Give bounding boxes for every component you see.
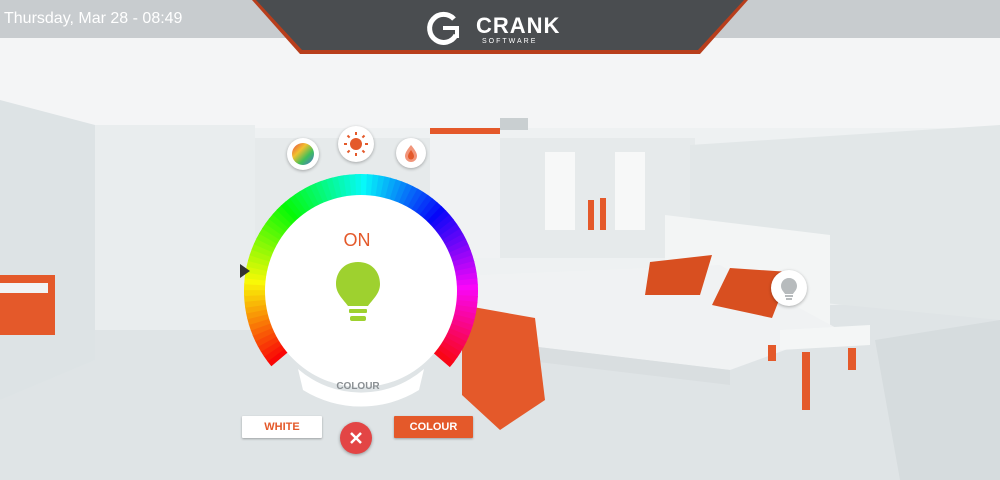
- bedroom-scene: [0, 0, 1000, 480]
- close-button[interactable]: [340, 422, 372, 454]
- crank-logo-icon: [427, 11, 459, 45]
- brightness-icon: [344, 132, 368, 156]
- brightness-mode-button[interactable]: [338, 126, 374, 162]
- temperature-mode-button[interactable]: [396, 138, 426, 168]
- power-status[interactable]: ON: [330, 230, 384, 251]
- temperature-icon: [405, 145, 417, 162]
- white-mode-button[interactable]: WHITE: [242, 416, 322, 438]
- colour-wheel-mode-button[interactable]: [287, 138, 319, 170]
- bedside-light-button[interactable]: [771, 270, 807, 306]
- brand-subtitle: SOFTWARE: [482, 38, 538, 45]
- close-icon: [350, 432, 362, 444]
- brand-name: CRANK: [476, 13, 561, 38]
- lightbulb-icon[interactable]: [330, 258, 386, 328]
- lightbulb-outline-icon: [781, 278, 797, 300]
- colour-mode-button[interactable]: COLOUR: [394, 416, 473, 438]
- mode-label: COLOUR: [336, 381, 380, 392]
- hue-marker[interactable]: [238, 264, 250, 278]
- colour-wheel-icon: [292, 143, 314, 165]
